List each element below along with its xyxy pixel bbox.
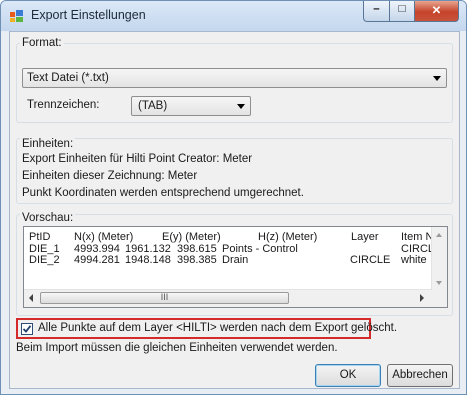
units-line-2: Einheiten dieser Zeichnung: Meter [22, 170, 198, 182]
preview-label: Vorschau: [20, 212, 76, 224]
ok-button[interactable]: OK [315, 364, 381, 387]
scroll-thumb-grip: III [160, 292, 169, 302]
scroll-left-icon[interactable] [29, 294, 33, 302]
minimize-icon: – [373, 3, 380, 15]
format-dropdown[interactable]: Text Datei (*.txt) [22, 68, 447, 88]
dialog-client: Format: Text Datei (*.txt) Trennzeichen:… [9, 31, 460, 389]
minimize-button[interactable]: – [363, 1, 390, 22]
units-line-3: Punkt Koordinaten werden entsprechend um… [22, 187, 304, 199]
table-row-cell: CIRCLE [350, 254, 391, 266]
units-line-1: Export Einheiten für Hilti Point Creator… [22, 153, 253, 165]
cancel-button[interactable]: Abbrechen [387, 364, 453, 387]
separator-dropdown[interactable]: (TAB) [131, 96, 251, 116]
delete-points-checkbox[interactable] [21, 323, 33, 335]
table-row-cell: 1948.148 [125, 254, 171, 266]
scroll-right-icon[interactable] [420, 294, 424, 302]
column-header-ey: E(y) (Meter) [162, 231, 221, 243]
scroll-thumb[interactable]: III [40, 292, 289, 304]
table-row-cell: 4994.281 [74, 254, 120, 266]
format-group: Format: Text Datei (*.txt) Trennzeichen:… [16, 37, 453, 123]
column-header-nx: N(x) (Meter) [74, 231, 134, 243]
delete-points-label[interactable]: Alle Punkte auf dem Layer <HILTI> werden… [38, 322, 397, 334]
table-row-cell: white [401, 254, 427, 266]
delete-points-highlight: Alle Punkte auf dem Layer <HILTI> werden… [16, 318, 397, 339]
chevron-down-icon [433, 76, 441, 81]
export-settings-window: Export Einstellungen – □ ✕ Format: Text … [0, 0, 467, 395]
scroll-down-icon[interactable] [436, 281, 442, 285]
title-bar[interactable]: Export Einstellungen – □ ✕ [1, 1, 466, 31]
format-dropdown-value: Text Datei (*.txt) [27, 72, 109, 84]
column-header-hz: H(z) (Meter) [258, 231, 318, 243]
scroll-up-icon[interactable] [436, 233, 442, 237]
close-icon: ✕ [431, 5, 442, 17]
close-button[interactable]: ✕ [414, 1, 459, 22]
scrollbar-corner [432, 290, 447, 307]
units-label: Einheiten: [20, 138, 76, 150]
preview-group: Vorschau: PtID N(x) (Meter) E(y) (Meter)… [16, 212, 453, 316]
column-header-layer: Layer [351, 231, 379, 243]
vertical-scrollbar[interactable] [431, 227, 447, 291]
table-row-cell: 398.385 [177, 254, 217, 266]
format-label: Format: [20, 37, 64, 49]
checkmark-icon [22, 325, 32, 333]
window-title: Export Einstellungen [31, 8, 146, 22]
chevron-down-icon [237, 104, 245, 109]
column-header-ptid: PtID [29, 231, 51, 243]
table-row-cell: Drain [222, 254, 249, 266]
app-icon [10, 10, 23, 22]
separator-label: Trennzeichen: [27, 99, 100, 111]
table-row-cell: DIE_2 [29, 254, 60, 266]
import-note: Beim Import müssen die gleichen Einheite… [16, 342, 338, 354]
maximize-button[interactable]: □ [389, 1, 415, 22]
units-group: Einheiten: Export Einheiten für Hilti Po… [16, 138, 453, 204]
preview-box[interactable]: PtID N(x) (Meter) E(y) (Meter) H(z) (Met… [23, 226, 448, 308]
maximize-icon: □ [398, 3, 406, 15]
separator-dropdown-value: (TAB) [138, 100, 168, 112]
horizontal-scrollbar[interactable]: III [24, 289, 432, 307]
